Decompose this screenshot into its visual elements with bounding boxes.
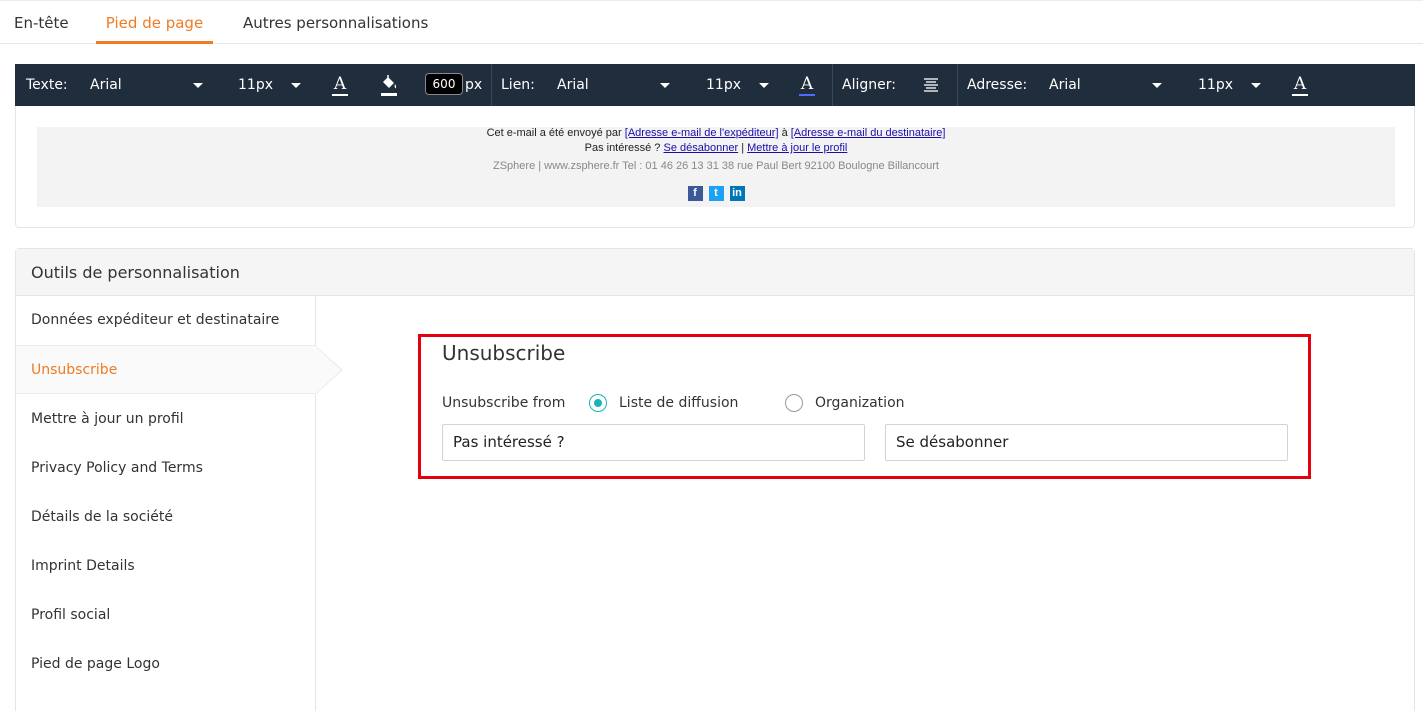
width-input[interactable]: 600 bbox=[425, 73, 463, 95]
text-label: Texte: bbox=[26, 77, 68, 93]
preview-separator: | bbox=[741, 142, 745, 154]
chevron-down-icon[interactable] bbox=[759, 83, 769, 88]
link-font-select[interactable]: Arial bbox=[557, 64, 589, 106]
tab-en-tete[interactable]: En-tête bbox=[14, 1, 69, 44]
chevron-down-icon[interactable] bbox=[291, 83, 301, 88]
divider bbox=[491, 64, 492, 106]
customization-tools-panel: Outils de personnalisation Données expéd… bbox=[15, 248, 1415, 711]
tools-sidebar: Données expéditeur et destinataire Unsub… bbox=[16, 296, 343, 711]
linkedin-icon[interactable]: in bbox=[729, 186, 745, 201]
tab-bar: En-tête Pied de page Autres personnalisa… bbox=[0, 0, 1423, 44]
preview-text: Pas intéressé ? bbox=[584, 142, 661, 154]
sidebar-item-imprint-details[interactable]: Imprint Details bbox=[16, 542, 315, 591]
radio-label-liste-de-diffusion[interactable]: Liste de diffusion bbox=[619, 395, 738, 411]
sidebar-item-privacy-policy[interactable]: Privacy Policy and Terms bbox=[16, 444, 315, 493]
chevron-down-icon[interactable] bbox=[1152, 83, 1162, 88]
font-color-icon[interactable]: A bbox=[330, 74, 350, 96]
link-label: Lien: bbox=[501, 77, 535, 93]
radio-label-organization[interactable]: Organization bbox=[815, 395, 905, 411]
sidebar-item-update-profile[interactable]: Mettre à jour un profil bbox=[16, 395, 315, 444]
link-color-icon[interactable]: A bbox=[797, 74, 817, 96]
radio-liste-de-diffusion[interactable] bbox=[589, 394, 607, 412]
form-title: Unsubscribe bbox=[442, 341, 566, 365]
text-size-select[interactable]: 11px bbox=[238, 64, 273, 106]
align-label: Aligner: bbox=[842, 77, 896, 93]
preview-text: Cet e-mail a été envoyé par bbox=[486, 127, 622, 139]
sidebar-item-social-profile[interactable]: Profil social bbox=[16, 591, 315, 640]
recipient-email-link[interactable]: [Adresse e-mail du destinataire] bbox=[791, 127, 946, 139]
preview-address-line: ZSphere | www.zsphere.fr Tel : 01 46 26 … bbox=[493, 160, 939, 172]
format-toolbar: Texte: Arial 11px A 600 px Lien: Arial 1… bbox=[15, 64, 1415, 106]
chevron-down-icon[interactable] bbox=[660, 83, 670, 88]
unsubscribe-link-input[interactable]: Se désabonner bbox=[885, 424, 1288, 461]
unsubscribe-from-label: Unsubscribe from bbox=[442, 395, 566, 411]
divider bbox=[957, 64, 958, 106]
preview-line-sender: Cet e-mail a été envoyé par [Adresse e-m… bbox=[37, 127, 1395, 139]
address-font-select[interactable]: Arial bbox=[1049, 64, 1081, 106]
chevron-down-icon[interactable] bbox=[193, 83, 203, 88]
preview-text: à bbox=[781, 127, 788, 139]
divider bbox=[832, 64, 833, 106]
tab-autres-personnalisations[interactable]: Autres personnalisations bbox=[243, 1, 428, 44]
sidebar-item-unsubscribe[interactable]: Unsubscribe bbox=[16, 345, 315, 394]
sidebar-item-sender-recipient[interactable]: Données expéditeur et destinataire bbox=[16, 296, 315, 345]
tools-header: Outils de personnalisation bbox=[16, 249, 1414, 296]
sidebar-item-company-details[interactable]: Détails de la société bbox=[16, 493, 315, 542]
active-pointer-fill bbox=[315, 346, 341, 394]
radio-organization[interactable] bbox=[785, 394, 803, 412]
text-font-select[interactable]: Arial bbox=[90, 64, 122, 106]
address-label: Adresse: bbox=[967, 77, 1028, 93]
chevron-down-icon[interactable] bbox=[1251, 83, 1261, 88]
address-size-select[interactable]: 11px bbox=[1198, 64, 1233, 106]
width-unit: px bbox=[465, 77, 483, 93]
social-icons: f t in bbox=[37, 186, 1395, 202]
footer-preview-container: Cet e-mail a été envoyé par [Adresse e-m… bbox=[15, 106, 1415, 228]
preview-line-unsubscribe: Pas intéressé ? Se désabonner | Mettre à… bbox=[37, 142, 1395, 154]
link-size-select[interactable]: 11px bbox=[706, 64, 741, 106]
radio-dot bbox=[593, 398, 602, 407]
sender-email-link[interactable]: [Adresse e-mail de l'expéditeur] bbox=[625, 127, 779, 139]
address-color-icon[interactable]: A bbox=[1290, 74, 1310, 96]
update-profile-link[interactable]: Mettre à jour le profil bbox=[747, 142, 847, 154]
tools-title: Outils de personnalisation bbox=[31, 263, 240, 282]
fill-color-icon[interactable] bbox=[379, 74, 399, 96]
footer-preview: Cet e-mail a été envoyé par [Adresse e-m… bbox=[37, 127, 1395, 207]
unsubscribe-text-input[interactable]: Pas intéressé ? bbox=[442, 424, 865, 461]
tab-pied-de-page[interactable]: Pied de page bbox=[96, 1, 213, 44]
sidebar-item-footer-logo[interactable]: Pied de page Logo bbox=[16, 640, 315, 689]
unsubscribe-link[interactable]: Se désabonner bbox=[664, 142, 739, 154]
twitter-icon[interactable]: t bbox=[708, 186, 724, 201]
facebook-icon[interactable]: f bbox=[687, 186, 703, 201]
align-center-icon[interactable] bbox=[921, 74, 941, 96]
